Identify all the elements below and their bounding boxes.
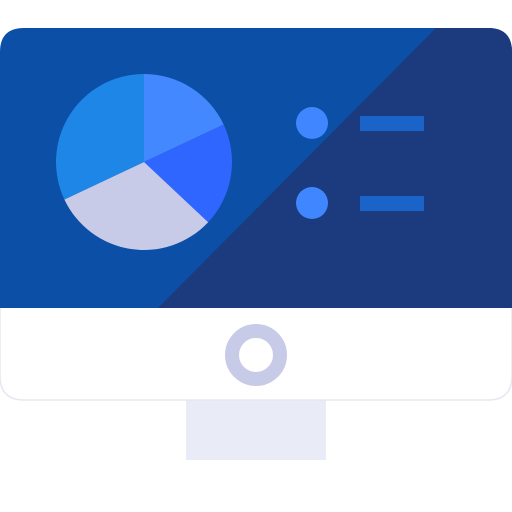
legend-line-2: [360, 196, 424, 211]
desktop-monitor-analytics-icon: [0, 0, 512, 512]
legend-line-1: [360, 116, 424, 131]
monitor-stand: [186, 398, 326, 460]
legend-dot-2: [296, 187, 328, 219]
pie-chart: [55, 74, 232, 250]
monitor-illustration: [0, 28, 512, 460]
legend-dot-1: [296, 107, 328, 139]
